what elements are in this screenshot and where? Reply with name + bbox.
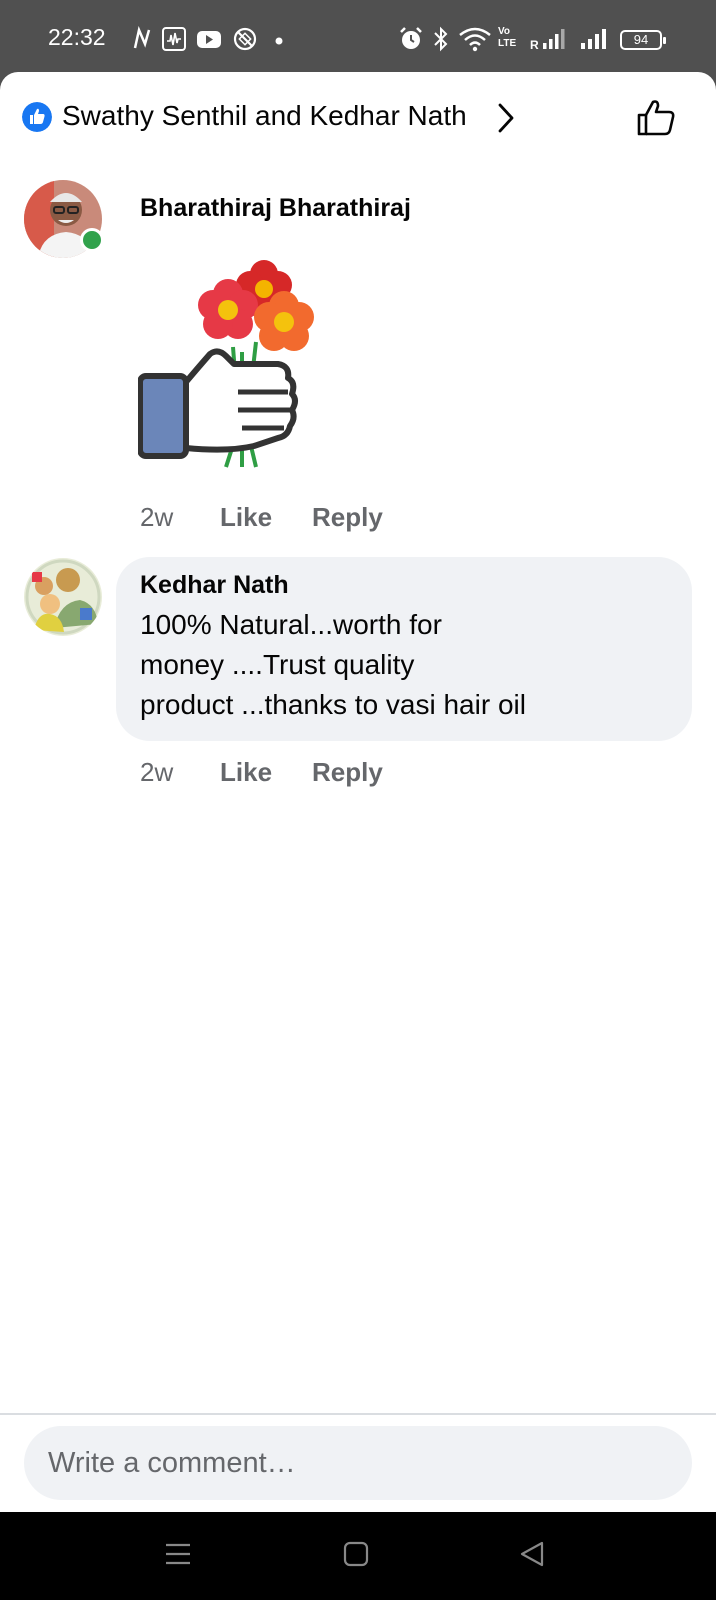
signal-icon-2 (581, 29, 606, 49)
battery-icon: 94 (620, 30, 666, 50)
volte-label-lte: LTE (498, 38, 517, 49)
avatar-photo-kedhar (24, 558, 102, 636)
volte-label: Vo (498, 26, 511, 37)
menu-icon[interactable] (164, 1540, 192, 1568)
comment-actions: 2w Like Reply (140, 757, 440, 791)
like-button-icon[interactable] (636, 98, 676, 138)
reactions-header[interactable]: Swathy Senthil and Kedhar Nath (0, 72, 716, 162)
n-icon (133, 26, 151, 49)
dot-icon (275, 37, 283, 45)
like-badge-icon (22, 102, 52, 132)
status-bar: 22:32 Vo LTE R 94 (0, 0, 716, 72)
comment-timestamp: 2w (140, 757, 174, 787)
thumbs-up-flowers-sticker (138, 260, 314, 468)
comment-text-line: 100% Natural...worth for (140, 609, 442, 640)
back-icon[interactable] (518, 1540, 546, 1568)
comments-sheet: Swathy Senthil and Kedhar Nath Bharathir… (0, 72, 716, 1512)
like-comment-button[interactable]: Like (220, 502, 272, 533)
alarm-icon (400, 27, 422, 49)
reactors-title[interactable]: Swathy Senthil and Kedhar Nath (62, 100, 467, 132)
reply-comment-button[interactable]: Reply (312, 502, 383, 533)
comment-composer[interactable] (24, 1426, 692, 1500)
avatar[interactable] (24, 558, 102, 636)
bluetooth-icon (434, 26, 448, 52)
comment-actions: 2w Like Reply (140, 502, 440, 536)
composer-divider (0, 1413, 716, 1415)
reply-comment-button[interactable]: Reply (312, 757, 383, 788)
comment-text-line: money ....Trust quality (140, 649, 415, 680)
comment-author[interactable]: Bharathiraj Bharathiraj (140, 194, 411, 223)
no-disturb-icon (233, 27, 257, 51)
chevron-right-icon[interactable] (496, 102, 516, 134)
home-icon[interactable] (342, 1540, 370, 1568)
signal-icon (543, 29, 565, 49)
online-status-indicator (80, 228, 104, 252)
system-nav-bar (0, 1512, 716, 1600)
status-time: 22:32 (48, 24, 106, 50)
like-comment-button[interactable]: Like (220, 757, 272, 788)
comment-text-line: product ...thanks to vasi hair oil (140, 689, 526, 720)
comment-author[interactable]: Kedhar Nath (140, 571, 289, 600)
comment-input[interactable] (48, 1426, 668, 1500)
wifi-icon (459, 27, 491, 52)
comment-text: 100% Natural...worth for money ....Trust… (140, 605, 600, 725)
comment-timestamp: 2w (140, 502, 174, 532)
youtube-icon (197, 31, 221, 48)
roaming-label: R (530, 38, 539, 52)
activity-icon (162, 27, 186, 51)
